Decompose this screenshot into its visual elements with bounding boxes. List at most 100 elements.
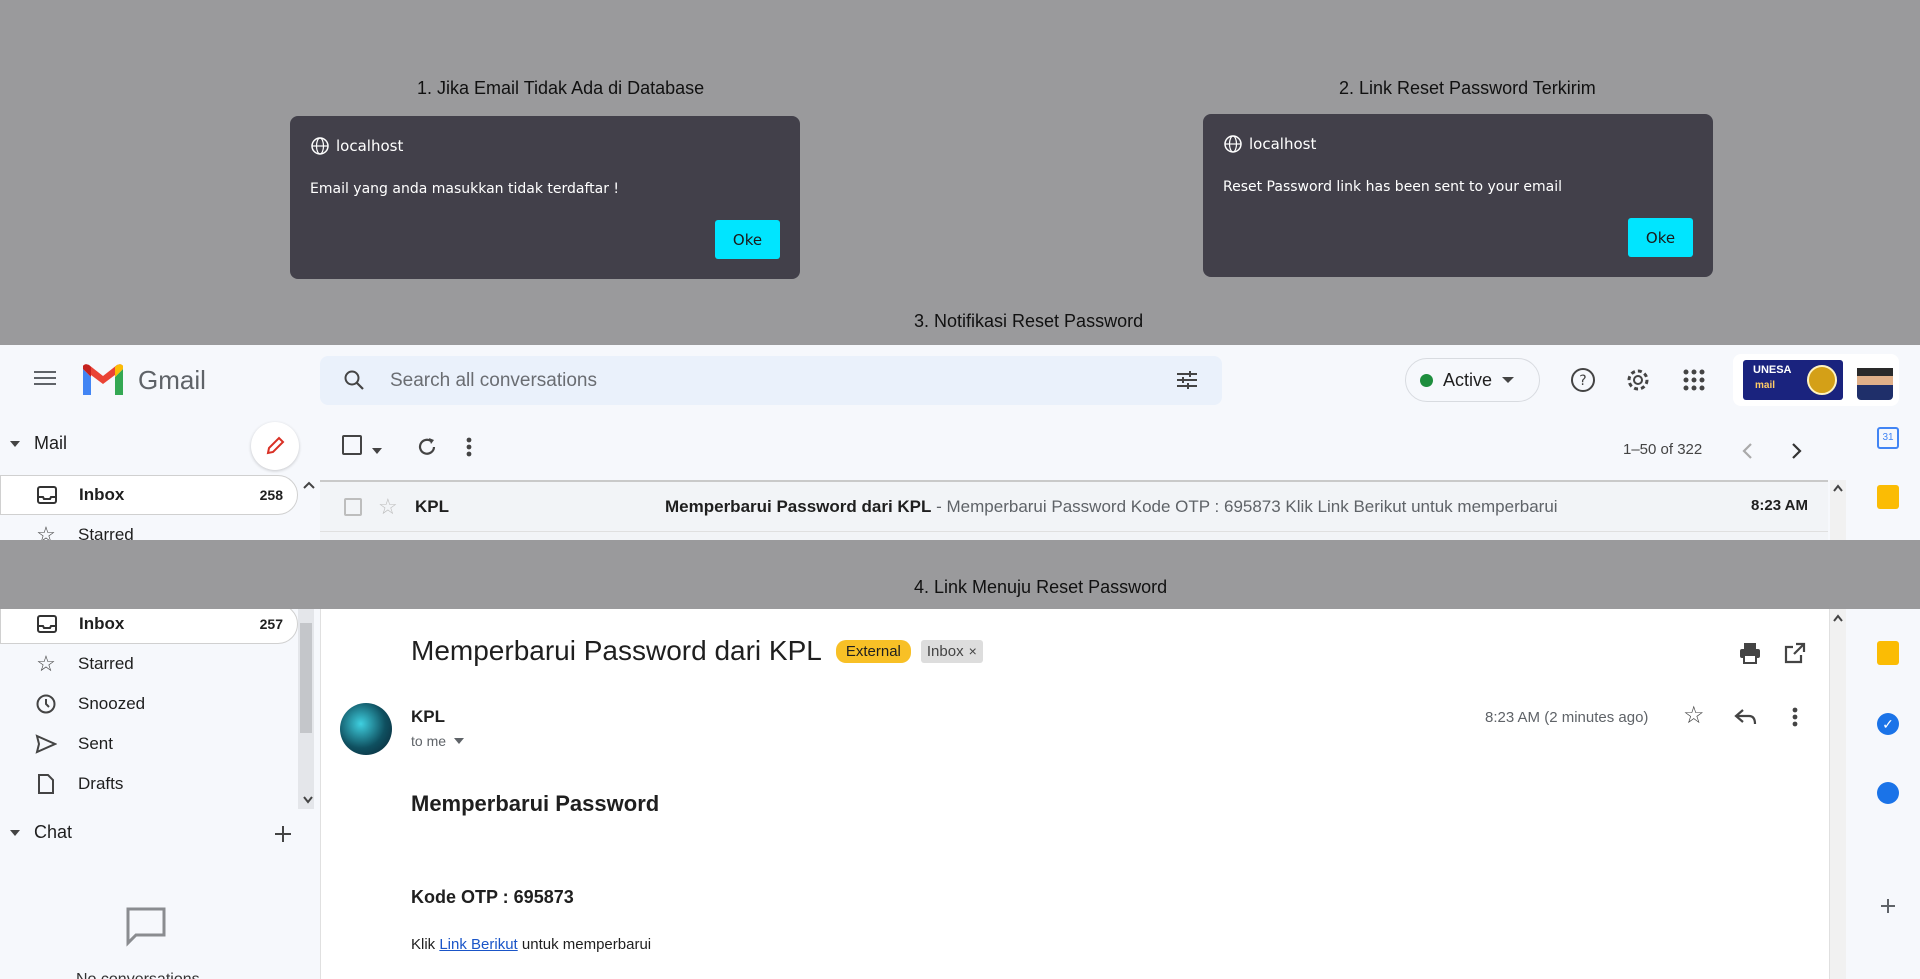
star-icon: ☆ xyxy=(36,522,56,540)
sidebar-item-drafts[interactable]: Drafts xyxy=(0,764,298,804)
search-icon[interactable] xyxy=(342,368,366,392)
keep-icon[interactable] xyxy=(1877,641,1899,665)
gmail-logo[interactable]: Gmail xyxy=(80,363,206,397)
help-icon[interactable]: ? xyxy=(1569,366,1597,394)
more-vert-icon[interactable] xyxy=(464,435,474,459)
apps-grid-icon[interactable] xyxy=(1680,366,1708,394)
sidebar-item-label: Starred xyxy=(78,654,134,673)
inbox-icon xyxy=(35,614,59,634)
pagination-label: 1–50 of 322 xyxy=(1623,441,1703,458)
sidebar-scroll-thumb[interactable] xyxy=(300,623,312,733)
keep-icon[interactable] xyxy=(1877,485,1899,509)
sidebar-item-label: Snoozed xyxy=(78,694,146,713)
gmail-wordmark: Gmail xyxy=(138,364,206,395)
sidebar-item-starred[interactable]: ☆ Starred xyxy=(0,644,298,684)
mail-section-toggle[interactable]: Mail xyxy=(10,433,67,454)
tasks-icon[interactable]: ✓ xyxy=(1877,713,1899,735)
chat-section-toggle[interactable]: Chat xyxy=(10,822,72,843)
ok-button[interactable]: Oke xyxy=(1628,218,1693,257)
scroll-down-icon[interactable] xyxy=(302,795,314,805)
sidebar-item-label: Starred xyxy=(78,525,134,540)
send-icon xyxy=(34,734,58,754)
reply-icon[interactable] xyxy=(1734,707,1758,727)
no-conversations-text: No conversations xyxy=(76,971,200,979)
settings-gear-icon[interactable] xyxy=(1624,366,1652,394)
filter-options-icon[interactable] xyxy=(1174,368,1200,392)
caption-3: 3. Notifikasi Reset Password xyxy=(914,311,1144,331)
select-all-checkbox[interactable] xyxy=(342,435,383,460)
message-scrollbar[interactable] xyxy=(1830,609,1846,979)
calendar-icon[interactable]: 31 xyxy=(1877,427,1899,449)
chevron-right-icon[interactable] xyxy=(1790,441,1804,461)
refresh-icon[interactable] xyxy=(415,435,439,459)
scroll-up-icon[interactable] xyxy=(1832,613,1844,623)
inbox-label-chip[interactable]: Inbox × xyxy=(920,639,983,663)
email-otp-code: Kode OTP : 695873 xyxy=(411,887,574,907)
gmail-topbar: Gmail Search all conversations Active ? … xyxy=(0,345,1920,415)
recipient-details[interactable]: to me xyxy=(411,733,465,749)
unesa-logo-sub: mail xyxy=(1755,380,1776,391)
alert-dialog-not-registered: localhost Email yang anda masukkan tidak… xyxy=(290,116,800,279)
account-switcher[interactable]: UNESA mail xyxy=(1733,354,1899,406)
dialog-host-label: localhost xyxy=(1249,135,1317,153)
contacts-icon[interactable] xyxy=(1877,782,1899,804)
sidebar-item-sent[interactable]: Sent xyxy=(0,724,298,764)
sender-name[interactable]: KPL xyxy=(411,707,445,727)
dialog-host-label: localhost xyxy=(336,137,404,155)
unesa-mail-logo: UNESA mail xyxy=(1743,360,1843,400)
more-vert-icon[interactable] xyxy=(1790,706,1800,728)
scroll-up-icon[interactable] xyxy=(1832,483,1844,493)
star-icon: ☆ xyxy=(36,651,56,676)
clock-icon xyxy=(34,693,58,715)
avatar[interactable] xyxy=(1857,360,1893,400)
sidebar-item-inbox[interactable]: Inbox 258 xyxy=(0,475,298,515)
mail-toolbar xyxy=(320,427,1830,467)
link-prefix: Klik xyxy=(411,936,440,953)
row-checkbox[interactable] xyxy=(344,498,362,516)
svg-text:?: ? xyxy=(1579,373,1586,389)
chevron-left-icon[interactable] xyxy=(1740,441,1754,461)
gmail-inbox-view: Gmail Search all conversations Active ? … xyxy=(0,345,1920,540)
add-chat-icon[interactable] xyxy=(273,824,293,844)
unread-count: 257 xyxy=(259,616,283,632)
row-sender: KPL xyxy=(415,497,449,516)
message-subject: Memperbarui Password dari KPL xyxy=(411,635,822,666)
print-icon[interactable] xyxy=(1738,642,1762,664)
reset-password-link[interactable]: Link Berikut xyxy=(439,936,517,953)
sidebar-item-inbox[interactable]: Inbox 257 xyxy=(0,609,298,644)
menu-icon[interactable] xyxy=(30,367,60,393)
row-snippet: - Memperbarui Password Kode OTP : 695873… xyxy=(931,497,1558,516)
sidebar-item-label: Sent xyxy=(78,734,113,753)
status-dot xyxy=(1420,373,1433,387)
email-heading: Memperbarui Password xyxy=(411,791,660,816)
caption-1: 1. Jika Email Tidak Ada di Database xyxy=(417,78,705,98)
unesa-seal-icon xyxy=(1807,365,1837,395)
table-row[interactable]: ☆ KPL Memperbarui Password dari KPL - Me… xyxy=(320,482,1828,532)
dialog-host: localhost xyxy=(310,136,403,156)
add-addon-icon[interactable] xyxy=(1879,897,1897,915)
star-icon[interactable]: ☆ xyxy=(1683,701,1705,730)
sender-avatar[interactable] xyxy=(340,703,392,755)
external-badge: External xyxy=(835,639,911,663)
sidebar-item-snoozed[interactable]: Snoozed xyxy=(0,684,298,724)
caption-2: 2. Link Reset Password Terkirim xyxy=(1339,78,1596,98)
open-in-new-window-icon[interactable] xyxy=(1783,641,1807,665)
chevron-down-icon xyxy=(1502,377,1515,383)
message-subject-header: Memperbarui Password dari KPL External I… xyxy=(411,635,983,667)
ok-button[interactable]: Oke xyxy=(715,220,780,259)
status-selector[interactable]: Active xyxy=(1405,358,1540,402)
search-input[interactable]: Search all conversations xyxy=(390,370,597,392)
sidebar-item-starred[interactable]: ☆ Starred xyxy=(0,515,298,540)
close-icon[interactable]: × xyxy=(969,643,977,659)
globe-icon xyxy=(311,137,329,155)
chat-bubble-icon xyxy=(126,907,166,947)
email-link-line: Klik Link Berikut untuk memperbarui xyxy=(411,936,651,953)
link-suffix: untuk memperbarui xyxy=(517,936,652,953)
star-icon[interactable]: ☆ xyxy=(378,494,398,520)
gmail-m-icon xyxy=(83,364,123,395)
pencil-icon xyxy=(266,436,285,455)
scroll-up-icon[interactable] xyxy=(302,479,316,491)
compose-button[interactable] xyxy=(251,422,299,470)
search-bar[interactable]: Search all conversations xyxy=(320,356,1222,405)
caret-down-icon xyxy=(10,440,20,447)
